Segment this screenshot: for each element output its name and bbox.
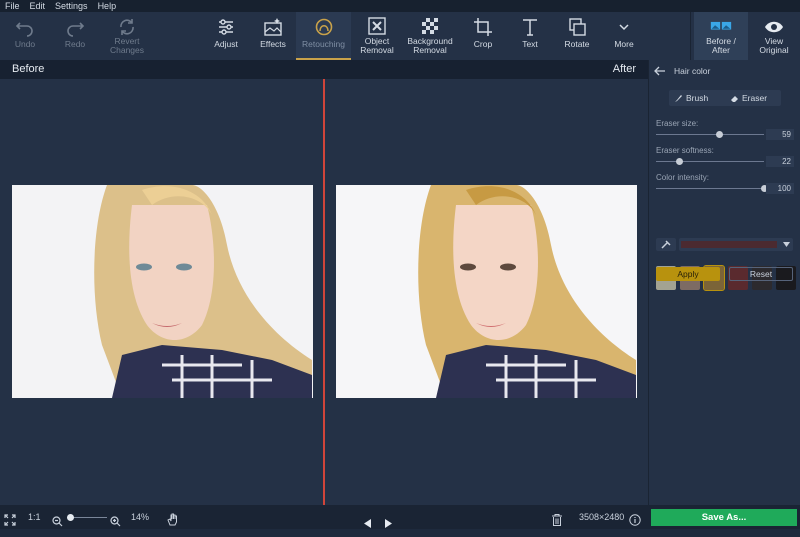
rotate-label: Rotate: [564, 39, 590, 49]
retouching-tab[interactable]: Retouching: [296, 12, 351, 60]
effects-icon: [264, 18, 282, 36]
toolbar-separator: [690, 12, 691, 60]
eraser-size-knob[interactable]: [716, 131, 724, 138]
eye-icon: [765, 21, 783, 33]
status-bar: 1:1 14% 3508×2480 Save As...: [0, 505, 800, 529]
undo-button[interactable]: Undo: [4, 12, 46, 60]
zoom-level: 14%: [131, 512, 150, 522]
eraser-size-label: Eraser size:: [656, 119, 699, 128]
crop-label: Crop: [473, 39, 493, 49]
text-button[interactable]: Text: [509, 12, 551, 60]
eraser-label: Eraser: [742, 93, 768, 103]
canvas-header: Before After: [0, 60, 648, 79]
eyedropper-icon: [661, 240, 671, 249]
before-image: [12, 185, 313, 398]
back-arrow-icon[interactable]: [654, 66, 666, 78]
menu-settings[interactable]: Settings: [50, 0, 93, 12]
undo-label: Undo: [14, 39, 36, 49]
menu-file[interactable]: File: [0, 0, 25, 12]
redo-icon: [67, 22, 85, 37]
selected-color-preview: [681, 241, 777, 248]
background-removal-label-2: Removal: [413, 45, 447, 55]
menu-bar: File Edit Settings Help: [0, 0, 800, 12]
before-after-icon: [710, 21, 732, 30]
before-after-label-2: After: [712, 45, 730, 55]
after-image: [336, 185, 637, 398]
brush-button[interactable]: Brush: [671, 92, 721, 104]
object-removal-button[interactable]: Object Removal: [355, 12, 399, 60]
apply-button[interactable]: Apply: [656, 267, 720, 281]
crop-icon: [474, 18, 492, 36]
zoom-out-icon[interactable]: [52, 512, 63, 536]
retouching-icon: [315, 18, 332, 36]
previous-icon[interactable]: [364, 513, 372, 537]
zoom-slider-knob[interactable]: [67, 514, 74, 521]
eraser-size-slider[interactable]: [656, 134, 764, 135]
view-original-label-2: Original: [759, 45, 789, 55]
text-label: Text: [522, 39, 538, 49]
redo-label: Redo: [64, 39, 86, 49]
background-removal-icon: [422, 18, 438, 34]
chevron-down-icon: [783, 242, 790, 247]
actual-size-button[interactable]: 1:1: [28, 505, 41, 529]
more-label: More: [614, 39, 634, 49]
eraser-icon: [731, 96, 738, 102]
eraser-softness-label: Eraser softness:: [656, 146, 714, 155]
revert-label-2: Changes: [109, 45, 145, 55]
hair-color-panel: Hair color Brush Eraser Eraser size: 59 …: [648, 60, 800, 505]
menu-help[interactable]: Help: [93, 0, 122, 12]
retouching-label: Retouching: [301, 39, 345, 49]
info-icon[interactable]: [629, 511, 641, 535]
crop-button[interactable]: Crop: [462, 12, 504, 60]
revert-icon: [120, 19, 134, 35]
brush-icon: [675, 95, 682, 102]
eraser-size-value[interactable]: 59: [766, 129, 794, 140]
eyedropper-button[interactable]: [656, 238, 676, 251]
reset-button[interactable]: Reset: [729, 267, 793, 281]
redo-button[interactable]: Redo: [54, 12, 96, 60]
color-dropdown[interactable]: [679, 238, 793, 251]
fit-screen-icon[interactable]: [4, 511, 16, 535]
panel-title: Hair color: [674, 66, 711, 76]
hand-tool-icon[interactable]: [167, 511, 179, 535]
eraser-button[interactable]: Eraser: [727, 92, 777, 104]
eraser-softness-value[interactable]: 22: [766, 156, 794, 167]
before-after-toggle[interactable]: Before / After: [694, 12, 748, 60]
adjust-button[interactable]: Adjust: [204, 12, 248, 60]
rotate-icon: [569, 18, 586, 36]
rotate-button[interactable]: Rotate: [555, 12, 599, 60]
sliders-icon: [219, 19, 233, 35]
image-dimensions: 3508×2480: [579, 512, 625, 522]
effects-button[interactable]: Effects: [251, 12, 295, 60]
save-as-button[interactable]: Save As...: [651, 509, 797, 526]
object-removal-icon: [368, 17, 386, 35]
revert-changes-button[interactable]: Revert Changes: [102, 12, 152, 60]
color-intensity-label: Color intensity:: [656, 173, 709, 182]
before-after-divider[interactable]: [323, 79, 325, 505]
brush-eraser-toggle: Brush Eraser: [669, 90, 781, 106]
background-removal-button[interactable]: Background Removal: [402, 12, 458, 60]
next-icon[interactable]: [384, 513, 392, 537]
brush-label: Brush: [686, 93, 709, 103]
after-label: After: [612, 63, 636, 75]
before-label: Before: [12, 63, 45, 75]
toolbar: Undo Redo Revert Changes Adjust Effects …: [0, 12, 800, 60]
view-original-button[interactable]: View Original: [750, 12, 798, 60]
color-intensity-slider[interactable]: [656, 188, 764, 189]
menu-edit[interactable]: Edit: [25, 0, 51, 12]
effects-label: Effects: [260, 39, 286, 49]
trash-icon[interactable]: [552, 511, 562, 535]
object-removal-label-2: Removal: [360, 45, 394, 55]
eraser-softness-knob[interactable]: [676, 158, 684, 165]
zoom-in-icon[interactable]: [110, 512, 121, 536]
text-icon: [523, 19, 537, 36]
more-button[interactable]: More: [602, 12, 646, 60]
eraser-softness-slider[interactable]: [656, 161, 764, 162]
chevron-down-icon: [619, 24, 629, 31]
adjust-label: Adjust: [214, 39, 238, 49]
undo-icon: [15, 22, 33, 37]
color-intensity-value[interactable]: 100: [766, 183, 794, 194]
